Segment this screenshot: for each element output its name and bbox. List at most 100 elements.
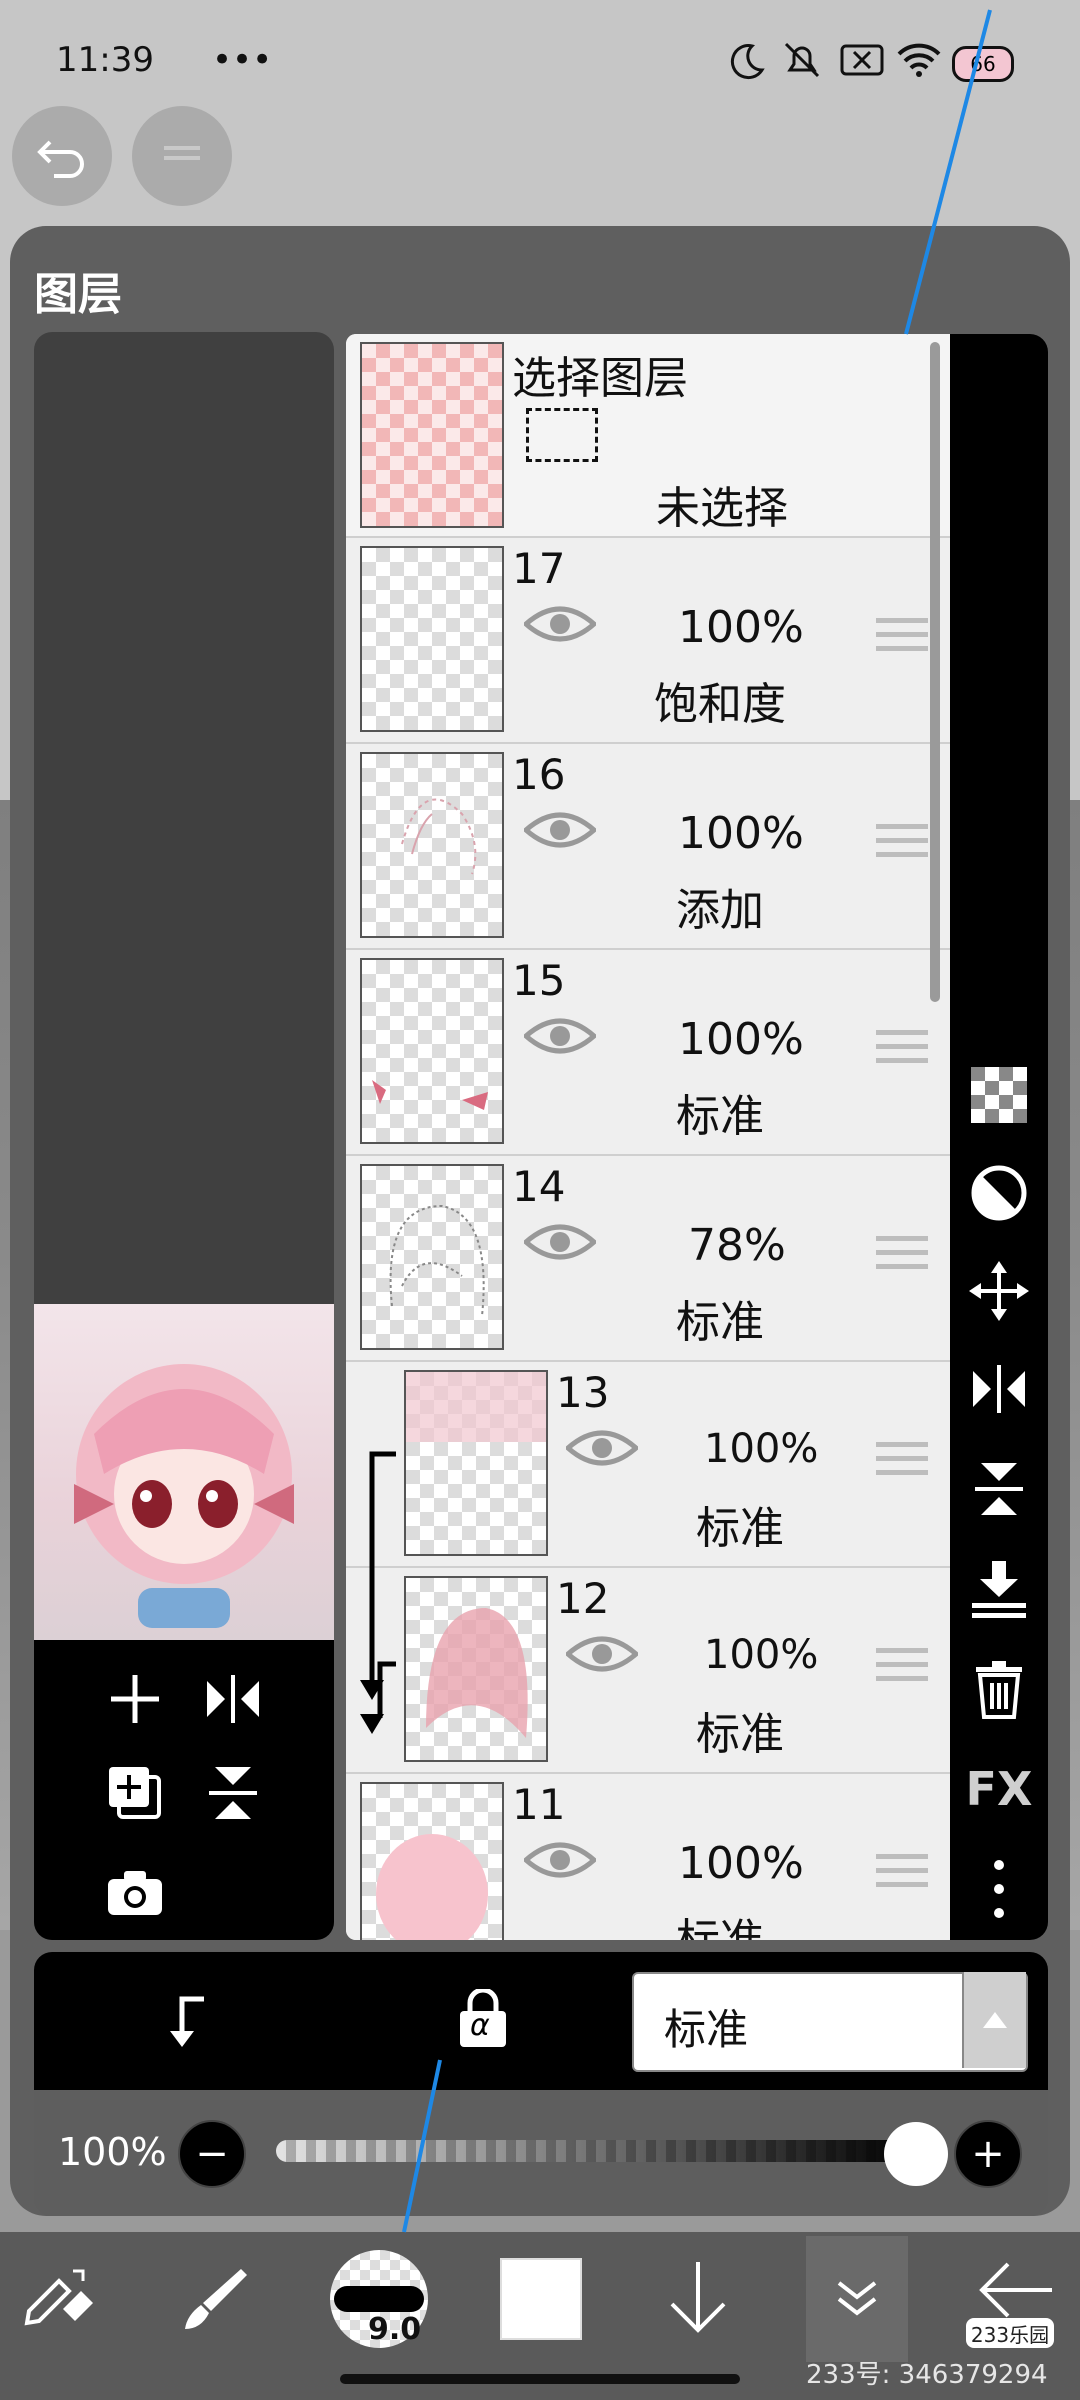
brush-size-value: 9.0 xyxy=(368,2312,422,2347)
wifi-icon xyxy=(896,42,942,82)
layer-row-17[interactable]: 17 100% 饱和度 xyxy=(346,538,950,744)
flip-vertical-button[interactable] xyxy=(198,1758,268,1828)
opacity-slider-knob[interactable] xyxy=(884,2122,948,2186)
brush-tool-button[interactable] xyxy=(176,2258,256,2338)
layer-blend-mode: 标准 xyxy=(676,1904,764,1940)
merge-down-button[interactable] xyxy=(950,1554,1048,1624)
layer-list[interactable]: 选择图层 未选择 17 100% 饱和度 16 100% 添加 15 100% … xyxy=(346,334,950,1940)
visibility-eye-icon[interactable] xyxy=(524,1014,596,1058)
delete-layer-button[interactable] xyxy=(950,1654,1048,1724)
visibility-eye-icon[interactable] xyxy=(524,602,596,646)
layer-thumbnail xyxy=(360,958,504,1144)
selection-layer-row[interactable]: 选择图层 未选择 xyxy=(346,334,950,538)
trash-icon xyxy=(976,1661,1022,1719)
opacity-label: 100% xyxy=(58,2130,167,2174)
drag-handle-icon[interactable] xyxy=(876,1030,928,1074)
drag-handle-icon[interactable] xyxy=(876,1648,928,1692)
alpha-symbol: α xyxy=(470,2008,490,2043)
flip-vertical-layer-button[interactable] xyxy=(950,1454,1048,1524)
move-button[interactable] xyxy=(950,1256,1048,1326)
undo-icon xyxy=(37,140,84,178)
layer-opacity: 100% xyxy=(678,1014,804,1065)
selection-marquee-icon xyxy=(526,408,598,462)
clip-arrow-icon xyxy=(170,1996,204,2047)
arrow-left-icon xyxy=(979,2262,1052,2318)
adjust-button[interactable] xyxy=(950,1158,1048,1228)
layer-row-11[interactable]: 11 100% 标准 xyxy=(346,1774,950,1940)
duplicate-icon xyxy=(109,1767,161,1819)
layer-number: 14 xyxy=(512,1162,566,1211)
selection-status: 未选择 xyxy=(656,483,788,534)
drag-handle-icon[interactable] xyxy=(876,1854,928,1898)
mute-bell-icon xyxy=(780,40,824,84)
no-sim-icon xyxy=(840,42,884,82)
status-more-dots: ••• xyxy=(212,40,273,80)
checkerboard-icon xyxy=(971,1067,1027,1123)
clipping-arrow-icon xyxy=(360,1451,396,1734)
camera-button[interactable] xyxy=(100,1858,170,1928)
layer-row-16[interactable]: 16 100% 添加 xyxy=(346,744,950,950)
layer-list-scrollbar[interactable] xyxy=(930,342,940,1002)
flip-vertical-icon xyxy=(975,1463,1023,1515)
layer-row-12[interactable]: 12 100% 标准 xyxy=(346,1568,950,1774)
selection-thumbnail xyxy=(360,342,504,528)
opacity-decrease-button[interactable]: − xyxy=(178,2120,246,2188)
flip-horizontal-button[interactable] xyxy=(198,1664,268,1734)
clipping-button[interactable] xyxy=(150,1986,220,2056)
color-swatch-button[interactable] xyxy=(500,2258,582,2340)
character-preview-image xyxy=(74,1364,294,1628)
layer-number: 15 xyxy=(512,956,566,1005)
camera-icon xyxy=(108,1871,162,1915)
layer-opacity: 100% xyxy=(678,1838,804,1889)
drag-handle-icon[interactable] xyxy=(876,618,928,662)
dropdown-arrow-icon[interactable] xyxy=(962,1972,1026,2068)
brush-size-button[interactable]: 9.0 xyxy=(330,2250,428,2348)
layer-thumbnail xyxy=(404,1576,548,1762)
flip-horizontal-icon xyxy=(207,1675,259,1723)
layer-blend-mode: 标准 xyxy=(676,1091,764,1142)
transparency-button[interactable] xyxy=(950,1060,1048,1130)
layer-left-toolbar xyxy=(34,1640,334,1940)
visibility-eye-icon[interactable] xyxy=(524,1838,596,1882)
flip-horizontal-layer-button[interactable] xyxy=(950,1354,1048,1424)
duplicate-layer-button[interactable] xyxy=(100,1758,170,1828)
layer-row-14[interactable]: 14 78% 标准 xyxy=(346,1156,950,1362)
opacity-increase-button[interactable]: + xyxy=(954,2120,1022,2188)
gesture-nav-pill[interactable] xyxy=(340,2374,740,2384)
selection-title: 选择图层 xyxy=(512,353,688,404)
watermark-logo: 233乐园 xyxy=(966,2318,1054,2348)
layer-blend-mode: 标准 xyxy=(676,1297,764,1348)
merge-down-icon xyxy=(972,1561,1026,1618)
layer-opacity: 100% xyxy=(678,602,804,653)
add-layer-button[interactable] xyxy=(100,1664,170,1734)
visibility-eye-icon[interactable] xyxy=(566,1632,638,1676)
drag-handle-icon[interactable] xyxy=(876,1236,928,1280)
layer-blend-mode: 标准 xyxy=(696,1503,784,1554)
arrow-down-icon xyxy=(670,2262,726,2333)
layer-row-15[interactable]: 15 100% 标准 xyxy=(346,950,950,1156)
layer-number: 13 xyxy=(556,1368,610,1417)
layer-menu-button[interactable] xyxy=(806,2236,908,2362)
more-options-button[interactable] xyxy=(950,1854,1048,1924)
download-button[interactable] xyxy=(658,2258,738,2338)
layer-thumbnail xyxy=(360,1164,504,1350)
move-arrows-icon xyxy=(969,1261,1029,1321)
canvas-preview-thumbnail[interactable] xyxy=(34,1304,334,1640)
drag-handle-icon[interactable] xyxy=(876,1442,928,1486)
half-circle-icon xyxy=(971,1165,1027,1221)
layer-number: 11 xyxy=(512,1780,566,1829)
drag-handle-icon[interactable] xyxy=(876,824,928,868)
layer-row-13[interactable]: 13 100% 标准 xyxy=(346,1362,950,1568)
transform-tool-button[interactable] xyxy=(20,2258,100,2338)
layer-opacity: 100% xyxy=(678,808,804,859)
back-button[interactable] xyxy=(976,2260,1056,2320)
undo-button[interactable] xyxy=(12,106,112,206)
redo-button[interactable] xyxy=(132,106,232,206)
alpha-lock-button[interactable]: α xyxy=(448,1984,518,2054)
opacity-slider-track[interactable] xyxy=(276,2140,916,2162)
visibility-eye-icon[interactable] xyxy=(524,1220,596,1264)
visibility-eye-icon[interactable] xyxy=(524,808,596,852)
visibility-eye-icon[interactable] xyxy=(566,1426,638,1470)
fx-button[interactable]: FX xyxy=(950,1754,1048,1824)
pen-eraser-icon xyxy=(24,2269,93,2326)
